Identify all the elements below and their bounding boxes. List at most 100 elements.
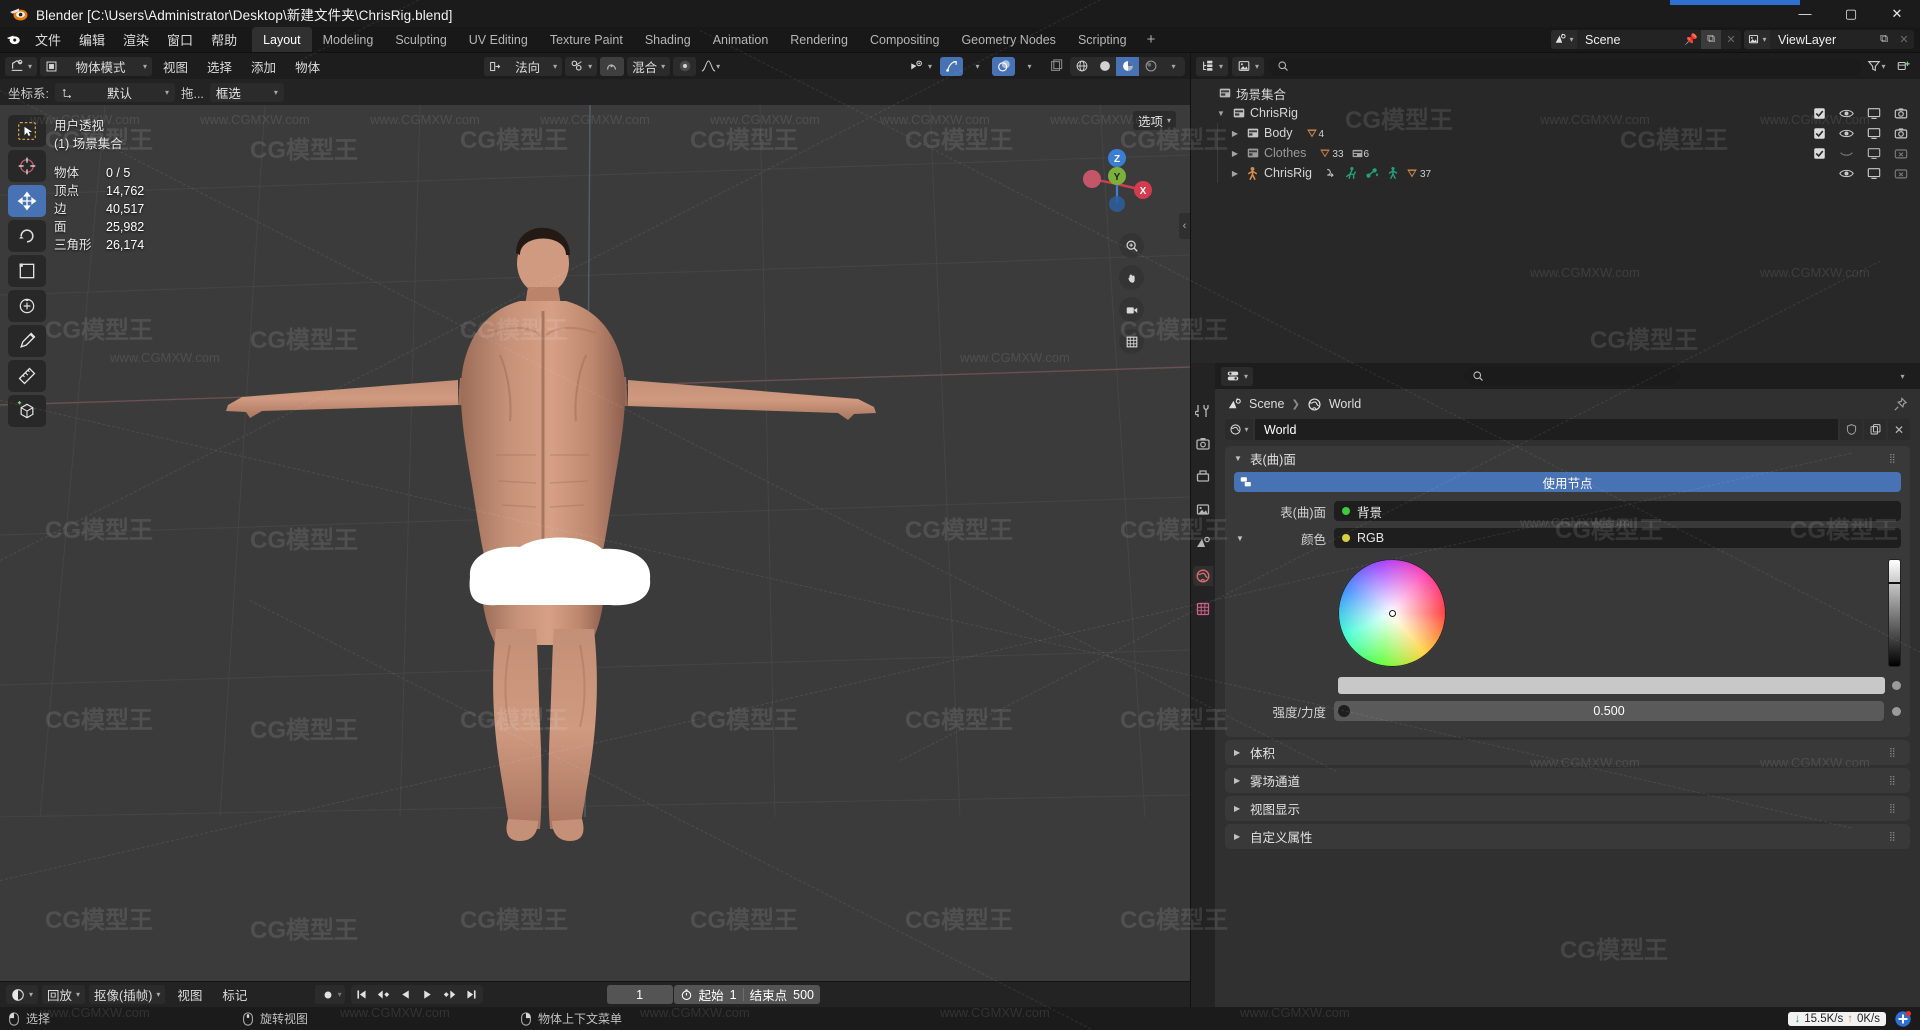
frame-range-group[interactable]: 起始 1 结束点 500 bbox=[673, 985, 820, 1004]
tab-shading[interactable]: Shading bbox=[634, 27, 702, 52]
scene-selector[interactable]: ▾ Scene 📌 ⧉ ✕ bbox=[1551, 30, 1741, 49]
tool-annotate[interactable] bbox=[8, 325, 46, 357]
falloff-shape-icon[interactable] bbox=[673, 56, 697, 76]
snap-toggle[interactable]: ▾ bbox=[565, 56, 598, 76]
tab-world[interactable] bbox=[1193, 566, 1213, 586]
tray-app-icon[interactable] bbox=[1894, 1010, 1912, 1028]
tool-add-cube[interactable] bbox=[8, 395, 46, 427]
camera-off-icon[interactable] bbox=[1893, 166, 1908, 181]
animate-color-icon[interactable] bbox=[1892, 681, 1901, 690]
tree-row-chrisrig-collection[interactable]: ▼ ChrisRig bbox=[1191, 103, 1920, 123]
tool-move[interactable] bbox=[8, 185, 46, 217]
shading-options-chevron[interactable]: ▾ bbox=[1162, 57, 1185, 76]
tab-render[interactable] bbox=[1193, 434, 1213, 454]
viewlayer-selector[interactable]: ▾ ViewLayer ⧉ ✕ bbox=[1744, 30, 1914, 49]
mode-selector[interactable]: 物体模式 ▾ bbox=[40, 56, 153, 76]
playback-menu[interactable]: 回放 ▾ bbox=[42, 985, 86, 1004]
blender-menu-icon[interactable] bbox=[0, 31, 26, 48]
outliner-search-input[interactable] bbox=[1268, 56, 1861, 76]
maximize-button[interactable]: ▢ bbox=[1828, 0, 1874, 27]
breadcrumb-world-label[interactable]: World bbox=[1329, 397, 1361, 411]
camera-icon[interactable] bbox=[1893, 126, 1908, 141]
tab-scene[interactable] bbox=[1193, 533, 1213, 553]
play-reverse-button[interactable] bbox=[395, 985, 417, 1004]
shading-wireframe[interactable] bbox=[1070, 56, 1093, 76]
tool-rotate[interactable] bbox=[8, 220, 46, 252]
menu-help[interactable]: 帮助 bbox=[202, 27, 246, 53]
navigation-gizmo[interactable]: Z Y X bbox=[1080, 147, 1154, 221]
eye-open-icon[interactable] bbox=[1839, 166, 1854, 181]
checkbox-checked-icon[interactable] bbox=[1812, 106, 1827, 121]
screen-icon[interactable] bbox=[1866, 126, 1881, 141]
tool-cursor[interactable] bbox=[8, 150, 46, 182]
proportional-edit-toggle[interactable] bbox=[600, 56, 625, 76]
tool-transform[interactable] bbox=[8, 290, 46, 322]
tab-compositing[interactable]: Compositing bbox=[859, 27, 950, 52]
fake-user-button[interactable] bbox=[1840, 419, 1862, 440]
proportional-falloff-selector[interactable]: 混合 ▾ bbox=[627, 56, 671, 76]
animate-strength-icon[interactable] bbox=[1892, 706, 1901, 716]
falloff-curve-icon[interactable]: ▾ bbox=[699, 57, 722, 76]
pin-scene-icon[interactable]: 📌 bbox=[1681, 30, 1701, 49]
add-workspace-button[interactable]: + bbox=[1138, 27, 1165, 52]
gizmo-toggle[interactable] bbox=[940, 56, 963, 76]
color-value-field[interactable]: RGB bbox=[1334, 528, 1901, 548]
value-slider-cursor[interactable] bbox=[1888, 582, 1901, 584]
tab-texture[interactable] bbox=[1193, 599, 1213, 619]
new-scene-icon[interactable]: ⧉ bbox=[1701, 30, 1721, 49]
camera-off-icon[interactable] bbox=[1893, 146, 1908, 161]
screen-icon[interactable] bbox=[1866, 166, 1881, 181]
camera-icon[interactable] bbox=[1893, 106, 1908, 121]
tab-rendering[interactable]: Rendering bbox=[779, 27, 859, 52]
viewport-menu-select[interactable]: 选择 bbox=[199, 53, 240, 79]
timeline-menu-marker[interactable]: 标记 bbox=[214, 982, 255, 1008]
tab-animation[interactable]: Animation bbox=[702, 27, 780, 52]
new-viewlayer-icon[interactable]: ⧉ bbox=[1874, 30, 1894, 49]
jump-to-end-button[interactable] bbox=[461, 985, 483, 1004]
unlink-world-button[interactable]: ✕ bbox=[1888, 419, 1910, 440]
overlays-options-chevron[interactable]: ▾ bbox=[1018, 57, 1041, 76]
next-keyframe-button[interactable] bbox=[439, 985, 461, 1004]
screen-icon[interactable] bbox=[1866, 146, 1881, 161]
tab-geometry-nodes[interactable]: Geometry Nodes bbox=[950, 27, 1066, 52]
orientation-setting-field[interactable]: 默认 ▾ bbox=[54, 82, 175, 102]
close-button[interactable]: ✕ bbox=[1874, 0, 1920, 27]
tree-row-chrisrig-armature[interactable]: ▶ ChrisRig 37 bbox=[1191, 163, 1920, 183]
delete-viewlayer-icon[interactable]: ✕ bbox=[1894, 30, 1914, 49]
new-world-button[interactable] bbox=[1864, 419, 1886, 440]
disclosure-triangle-closed[interactable]: ▶ bbox=[1227, 169, 1243, 178]
xray-toggle[interactable] bbox=[1044, 57, 1067, 76]
eye-closed-icon[interactable] bbox=[1839, 146, 1854, 161]
disclosure-triangle-open[interactable]: ▼ bbox=[1234, 534, 1246, 543]
screen-icon[interactable] bbox=[1866, 106, 1881, 121]
viewport-3d[interactable]: 用户透视 (1) 场景集合 物体 0 / 5 顶点 14,762 边 40,517 面… bbox=[0, 105, 1190, 981]
tree-row-clothes[interactable]: ▶ Clothes 33 6 bbox=[1191, 143, 1920, 163]
outliner-editor-type[interactable]: ▾ bbox=[1196, 56, 1229, 76]
current-frame-field[interactable]: 1 bbox=[606, 985, 673, 1004]
overlays-toggle[interactable] bbox=[992, 56, 1015, 76]
viewport-menu-object[interactable]: 物体 bbox=[287, 53, 328, 79]
shading-rendered[interactable] bbox=[1139, 56, 1162, 76]
outliner-display-mode[interactable]: ▾ bbox=[1232, 56, 1265, 76]
auto-keying-toggle[interactable]: ▾ bbox=[314, 985, 345, 1004]
drag-setting-field[interactable]: 框选 ▾ bbox=[209, 82, 284, 102]
menu-file[interactable]: 文件 bbox=[26, 27, 70, 53]
outliner-new-collection-button[interactable] bbox=[1892, 57, 1915, 76]
delete-scene-icon[interactable]: ✕ bbox=[1721, 30, 1741, 49]
tab-layout[interactable]: Layout bbox=[252, 27, 312, 52]
tool-measure[interactable] bbox=[8, 360, 46, 392]
tree-row-scene-collection[interactable]: 场景集合 bbox=[1191, 83, 1920, 103]
color-wheel-cursor[interactable] bbox=[1388, 609, 1396, 617]
eye-open-icon[interactable] bbox=[1839, 126, 1854, 141]
color-wheel[interactable] bbox=[1338, 559, 1446, 667]
tab-texture-paint[interactable]: Texture Paint bbox=[539, 27, 634, 52]
move-view-icon[interactable] bbox=[1119, 265, 1144, 290]
tool-tweak[interactable] bbox=[8, 115, 46, 147]
play-button[interactable] bbox=[417, 985, 439, 1004]
world-browse-button[interactable]: ▾ bbox=[1225, 419, 1253, 440]
volume-panel-header[interactable]: ▶ 体积 ⣿ bbox=[1225, 740, 1910, 765]
menu-render[interactable]: 渲染 bbox=[114, 27, 158, 53]
properties-editor-type[interactable]: ▾ bbox=[1221, 366, 1254, 386]
surface-value-field[interactable]: 背景 bbox=[1334, 501, 1901, 521]
menu-edit[interactable]: 编辑 bbox=[70, 27, 114, 53]
